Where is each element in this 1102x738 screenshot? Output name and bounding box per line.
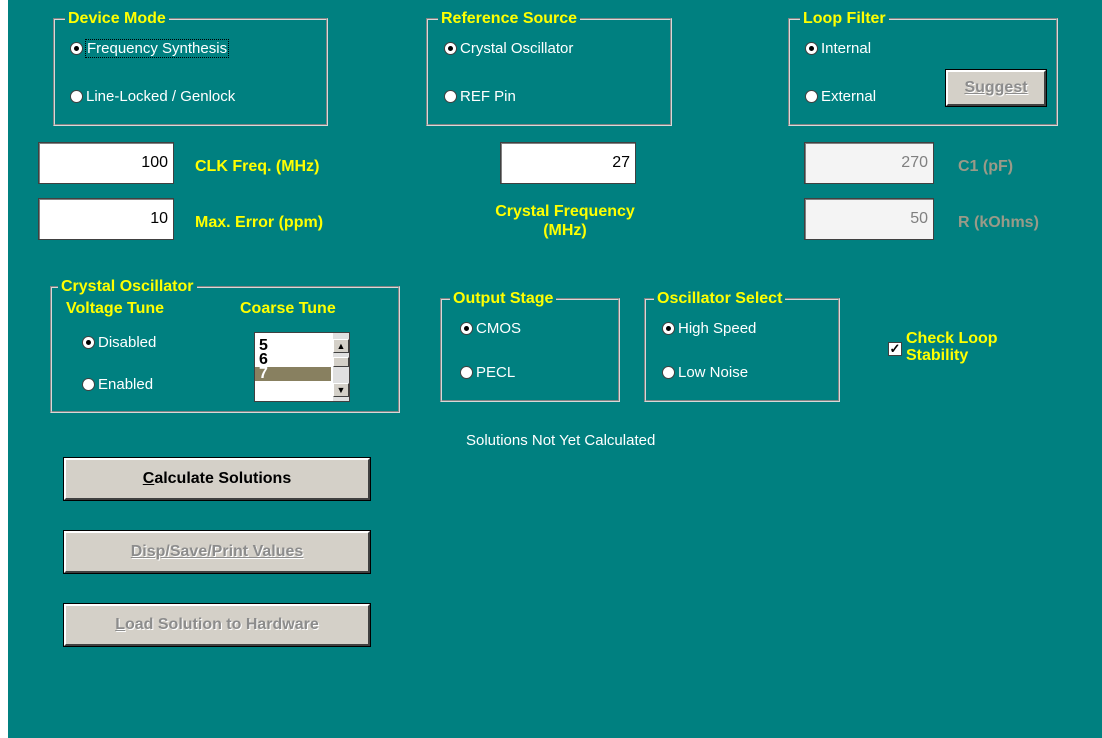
radio-voltage-enabled[interactable]: Enabled [82,376,153,393]
radio-ref-pin[interactable]: REF Pin [444,88,516,105]
check-loop-stability-checkbox[interactable]: ✓ [888,342,902,356]
radio-dot-icon [805,42,818,55]
loop-filter-group: Loop Filter Internal External Suggest [788,9,1058,126]
max-error-input[interactable]: 10 [38,198,174,240]
reference-source-title: Reference Source [438,9,581,29]
c1-input[interactable]: 270 [804,142,934,184]
check-loop-stability-label[interactable]: Check Loop Stability [906,330,998,364]
load-label: oad Solution to Hardware [124,616,319,633]
radio-label: CMOS [476,320,521,337]
crystal-oscillator-title: Crystal Oscillator [58,277,197,297]
main-panel: Device Mode Frequency Synthesis Line-Loc… [8,0,1102,738]
radio-frequency-synthesis[interactable]: Frequency Synthesis [70,39,230,58]
radio-label: Internal [821,40,872,57]
radio-label: Crystal Oscillator [460,40,574,57]
calculate-mnemonic: C [142,470,155,487]
radio-internal[interactable]: Internal [805,40,871,57]
load-solution-button[interactable]: Load Solution to Hardware [63,603,371,647]
radio-dot-icon [444,42,457,55]
crystal-frequency-label-line2: (MHz) [543,222,587,239]
scroll-thumb[interactable] [333,357,349,367]
radio-low-noise[interactable]: Low Noise [662,364,748,381]
list-item-selected[interactable]: 7 [255,366,331,382]
check-loop-label-line2: Stability [906,347,969,364]
suggest-button-label: Suggest [964,79,1028,96]
device-mode-title: Device Mode [65,9,169,29]
r-input[interactable]: 50 [804,198,934,240]
radio-voltage-disabled[interactable]: Disabled [82,334,156,351]
r-label: R (kOhms) [958,214,1039,231]
calculate-label: alculate Solutions [154,470,292,487]
radio-label: Low Noise [678,364,749,381]
crystal-frequency-label: Crystal Frequency (MHz) [460,202,670,240]
radio-label: Frequency Synthesis [84,39,230,58]
radio-dot-icon [444,90,457,103]
reference-source-group: Reference Source Crystal Oscillator REF … [426,9,672,126]
scroll-down-icon[interactable]: ▼ [333,383,349,397]
radio-dot-icon [70,42,83,55]
scroll-up-icon[interactable]: ▲ [333,339,349,353]
radio-high-speed[interactable]: High Speed [662,320,756,337]
c1-label: C1 (pF) [958,158,1014,175]
radio-dot-icon [460,322,473,335]
oscillator-select-title: Oscillator Select [654,289,786,309]
disp-label: isp/Save/Print Values [142,543,304,560]
loop-filter-title: Loop Filter [800,9,889,29]
coarse-tune-listbox[interactable]: 5 6 7 ▲ ▼ [254,332,350,402]
crystal-oscillator-group: Crystal Oscillator Voltage Tune Coarse T… [50,277,400,413]
radio-dot-icon [805,90,818,103]
radio-label: External [821,88,877,105]
coarse-tune-label: Coarse Tune [240,300,336,317]
status-text: Solutions Not Yet Calculated [466,432,656,449]
radio-label: Line-Locked / Genlock [86,88,236,105]
radio-cmos[interactable]: CMOS [460,320,521,337]
output-stage-group: Output Stage CMOS PECL [440,289,620,402]
radio-label: High Speed [678,320,757,337]
oscillator-select-group: Oscillator Select High Speed Low Noise [644,289,840,402]
voltage-tune-label: Voltage Tune [66,300,165,317]
output-stage-title: Output Stage [450,289,557,309]
clk-freq-input[interactable]: 100 [38,142,174,184]
radio-dot-icon [460,366,473,379]
load-mnemonic: L [115,616,125,633]
radio-label: Disabled [98,334,157,351]
disp-save-print-button[interactable]: Disp/Save/Print Values [63,530,371,574]
radio-label: Enabled [98,376,154,393]
suggest-button[interactable]: Suggest [945,69,1047,107]
check-loop-label-line1: Check Loop [906,330,998,347]
radio-label: REF Pin [460,88,516,105]
radio-crystal-oscillator[interactable]: Crystal Oscillator [444,40,573,57]
radio-dot-icon [70,90,83,103]
device-mode-group: Device Mode Frequency Synthesis Line-Loc… [53,9,328,126]
radio-dot-icon [662,366,675,379]
crystal-frequency-input[interactable]: 27 [500,142,636,184]
disp-mnemonic: D [130,543,143,560]
calculate-solutions-button[interactable]: Calculate Solutions [63,457,371,501]
radio-pecl[interactable]: PECL [460,364,515,381]
radio-line-locked-genlock[interactable]: Line-Locked / Genlock [70,88,235,105]
radio-label: PECL [476,364,516,381]
radio-dot-icon [82,336,95,349]
radio-dot-icon [82,378,95,391]
radio-external[interactable]: External [805,88,876,105]
coarse-tune-scrollbar[interactable]: ▲ ▼ [333,333,349,401]
crystal-frequency-label-line1: Crystal Frequency [495,203,635,220]
max-error-label: Max. Error (ppm) [195,214,324,231]
radio-dot-icon [662,322,675,335]
clk-freq-label: CLK Freq. (MHz) [195,158,320,175]
